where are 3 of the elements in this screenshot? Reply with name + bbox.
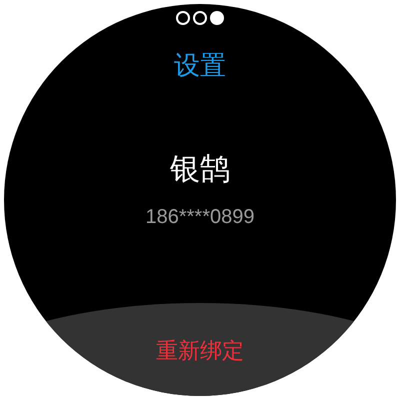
- phone-number: 186****0899: [146, 205, 254, 229]
- device-name: 银鹄: [170, 152, 230, 188]
- screen-title: 设置: [174, 50, 226, 82]
